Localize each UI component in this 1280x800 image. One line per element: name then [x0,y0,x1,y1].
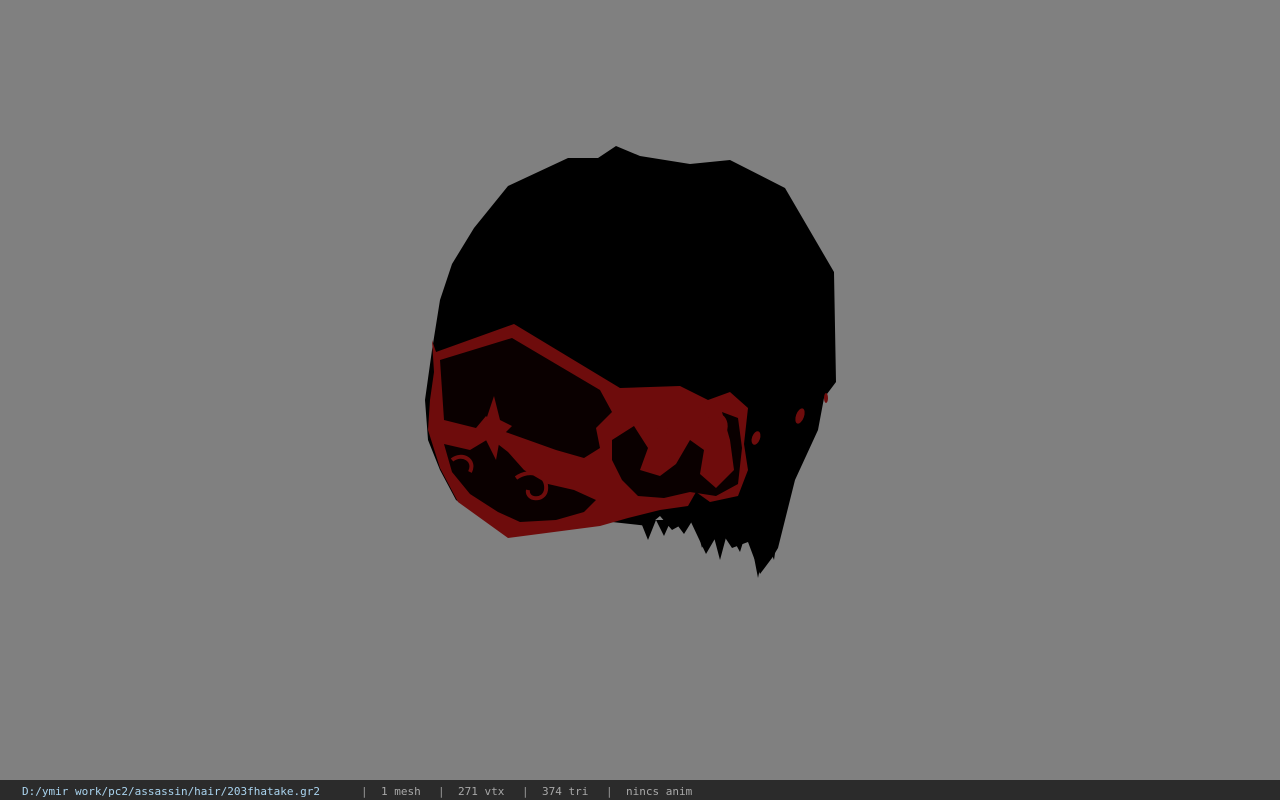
status-bar: D:/ymir work/pc2/assassin/hair/203fhatak… [0,780,1280,800]
anim-status: nincs anim [626,785,693,798]
vertex-count: 271 vtx [458,785,505,798]
mesh-count: 1 mesh [381,785,421,798]
separator: | [606,785,613,798]
separator: | [438,785,445,798]
separator: | [361,785,368,798]
separator: | [522,785,529,798]
file-path: D:/ymir work/pc2/assassin/hair/203fhatak… [22,785,321,798]
3d-viewport[interactable] [0,0,1280,780]
triangle-count: 374 tri [542,785,589,798]
hair-model-render [425,146,836,578]
red-fleck [824,393,828,403]
